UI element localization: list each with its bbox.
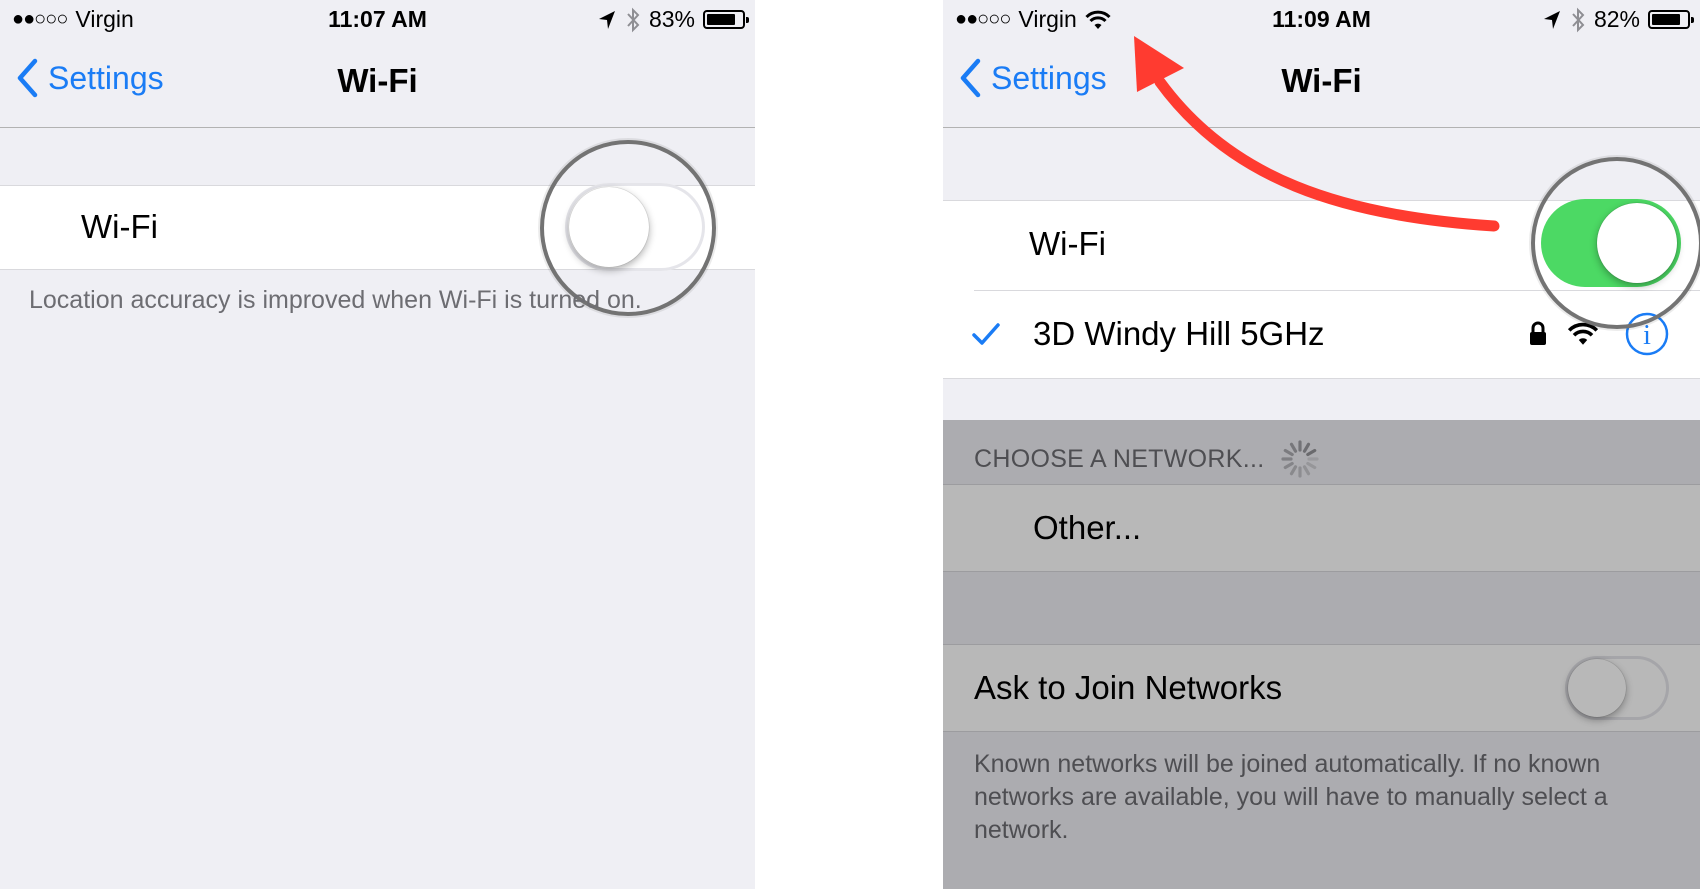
red-arrow bbox=[1134, 36, 1500, 232]
